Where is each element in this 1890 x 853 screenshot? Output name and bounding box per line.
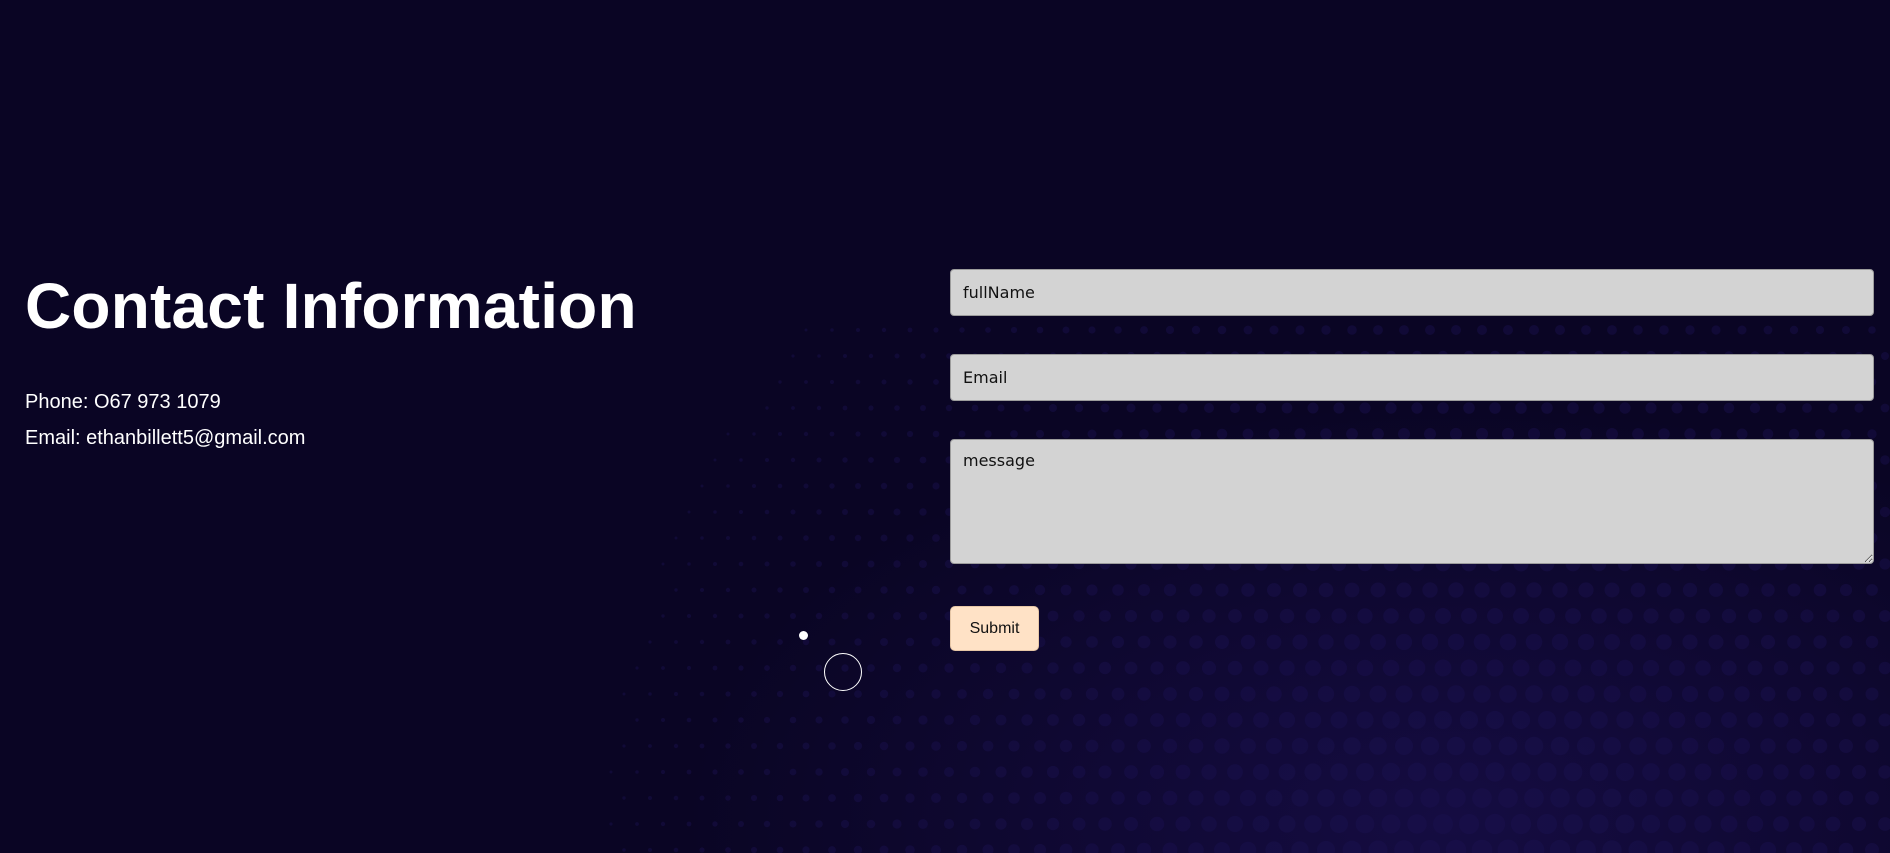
- contact-details: Phone: O67 973 1079 Email: ethanbillett5…: [25, 384, 785, 456]
- contact-form: Submit: [950, 269, 1874, 651]
- full-name-input[interactable]: [950, 269, 1874, 316]
- contact-page: Contact Information Phone: O67 973 1079 …: [0, 0, 1890, 853]
- email-input[interactable]: [950, 354, 1874, 401]
- phone-text: Phone: O67 973 1079: [25, 391, 221, 413]
- cursor-dot: [799, 631, 808, 640]
- page-title: Contact Information: [25, 270, 637, 342]
- contact-info-section: Contact Information Phone: O67 973 1079 …: [25, 266, 785, 456]
- cursor-ring: [824, 653, 862, 691]
- submit-button[interactable]: Submit: [950, 606, 1039, 651]
- email-text: Email: ethanbillett5@gmail.com: [25, 427, 306, 449]
- message-textarea[interactable]: [950, 439, 1874, 564]
